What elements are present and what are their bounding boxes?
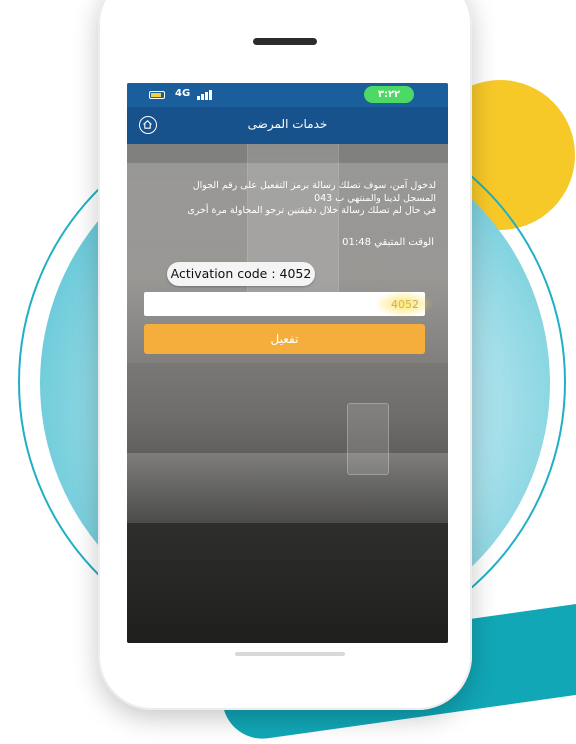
network-label: 4G (175, 88, 191, 99)
signal-icon (197, 90, 213, 100)
message-line: المسجل لدينا والمنتهي ب 043 (314, 192, 436, 204)
activation-code-input[interactable] (144, 292, 425, 316)
remaining-time-value: 01:48 (342, 237, 371, 248)
status-time: ٣:٢٢ (364, 86, 414, 103)
background-table (127, 523, 448, 643)
activate-button[interactable]: تفعيل (144, 324, 425, 354)
home-indicator (235, 652, 345, 656)
phone-speaker (253, 38, 317, 45)
remaining-time: الوقت المتبقي 01:48 (342, 237, 434, 248)
page-title: خدمات المرضى (247, 117, 328, 131)
message-line: في حال لم تصلك رسالة خلال دقيقتين ترجو ا… (187, 205, 436, 216)
background-bed (127, 453, 448, 533)
activation-code-bubble: Activation code : 4052 (167, 262, 315, 286)
phone-screen: 4G ٣:٢٢ خدمات المرضى لدخول آمن، سوف تصلك… (127, 83, 448, 643)
battery-icon (149, 91, 165, 99)
activation-message: لدخول آمن، سوف تصلك رسالة برمز التفعيل ع… (137, 180, 436, 218)
app-header: خدمات المرضى (127, 107, 448, 144)
message-line: لدخول آمن، سوف تصلك رسالة برمز التفعيل ع… (192, 180, 436, 191)
remaining-time-label: الوقت المتبقي (374, 237, 434, 248)
status-bar: 4G ٣:٢٢ (127, 83, 448, 107)
